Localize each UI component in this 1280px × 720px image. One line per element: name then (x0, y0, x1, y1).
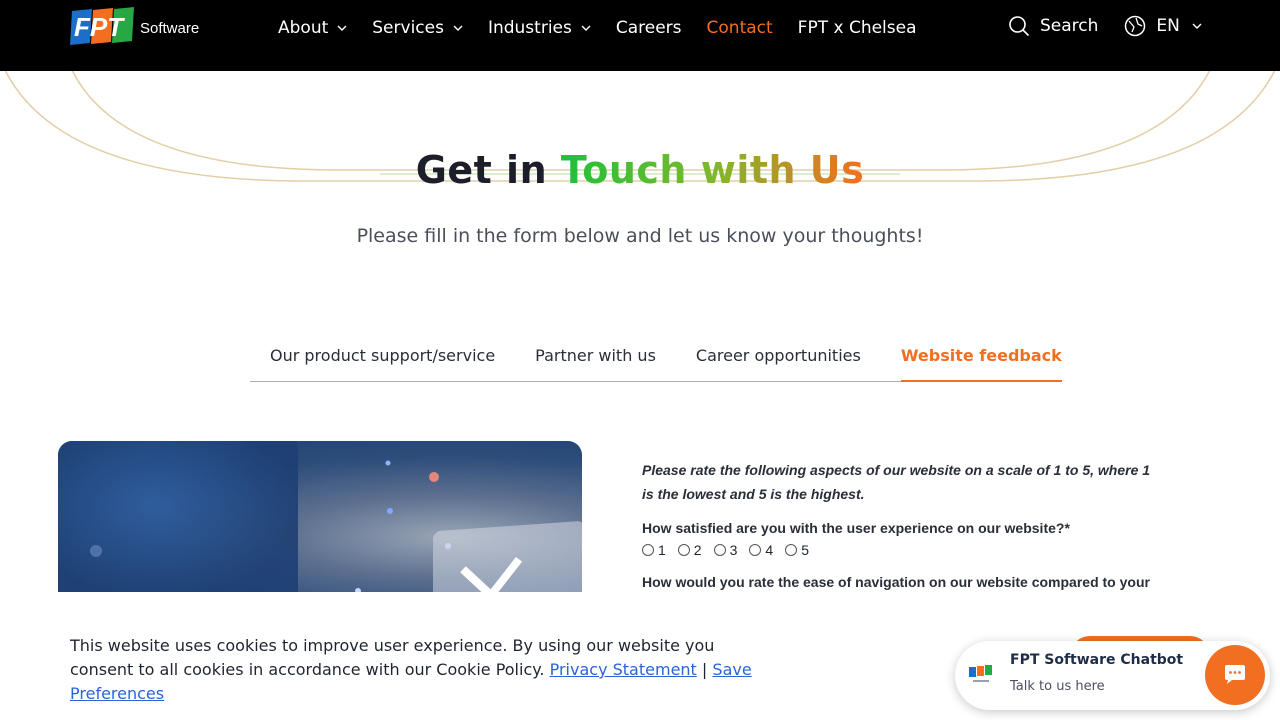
nav-services-label: Services (372, 18, 444, 38)
form-intro: Please rate the following aspects of our… (642, 462, 1151, 502)
chat-bubble-icon (1225, 665, 1245, 684)
radio-input[interactable] (677, 544, 690, 556)
chatbot-title: FPT Software Chatbot (1010, 652, 1184, 668)
fpt-software-logo (969, 665, 992, 682)
title-part-1: Get in (415, 148, 548, 192)
nav-services[interactable]: Services (372, 16, 463, 40)
search-icon (1009, 16, 1030, 37)
chevron-down-icon (453, 25, 463, 31)
chevron-down-icon (337, 25, 347, 31)
language-label: EN (1156, 16, 1180, 36)
link-separator: | (701, 660, 708, 679)
feedback-form: Please rate the following aspects of our… (642, 458, 1162, 592)
chatbot-open-button[interactable] (1205, 645, 1265, 705)
rating-option-4[interactable]: 4 (749, 542, 773, 558)
privacy-statement-link[interactable]: Privacy Statement (550, 660, 697, 679)
language-selector[interactable]: EN (1124, 15, 1202, 37)
svg-text:Software: Software (140, 20, 199, 37)
rating-option-2[interactable]: 2 (677, 542, 702, 558)
rating-option-1[interactable]: 1 (642, 542, 666, 558)
search-button[interactable]: Search (1008, 15, 1098, 37)
chatbot-widget[interactable]: FPT Software Chatbot Talk to us here (955, 641, 1270, 710)
radio-input[interactable] (749, 544, 762, 556)
nav-careers-label: Careers (615, 18, 682, 38)
rating-label: 5 (801, 542, 809, 558)
globe-icon (1125, 15, 1146, 37)
radio-input[interactable] (785, 544, 798, 556)
chevron-down-icon (581, 25, 591, 31)
contact-tabs: Our product support/service Partner with… (250, 346, 1062, 382)
chevron-down-icon (1192, 23, 1202, 29)
rating-option-3[interactable]: 3 (713, 542, 738, 558)
search-label: Search (1040, 16, 1099, 36)
envelope-icon (433, 520, 582, 601)
title-part-2: Touch with Us (560, 148, 865, 192)
question-user-experience: How satisfied are you with the user expe… (642, 520, 1162, 536)
feedback-image (58, 441, 582, 601)
main-nav: About Services Industries Careers Contac… (278, 16, 942, 40)
svg-text:FPT: FPT (74, 12, 125, 42)
cookie-text: This website uses cookies to improve use… (70, 634, 780, 706)
tab-product-support[interactable]: Our product support/service (270, 346, 495, 382)
nav-about[interactable]: About (278, 16, 347, 40)
nav-contact[interactable]: Contact (707, 16, 773, 40)
nav-fpt-chelsea-label: FPT x Chelsea (797, 18, 917, 38)
radio-input[interactable] (642, 544, 654, 556)
page-title: Get in Touch with Us (0, 148, 1280, 192)
tab-career-opportunities[interactable]: Career opportunities (696, 346, 861, 382)
nav-contact-label: Contact (706, 18, 773, 38)
site-header: FPT Software About Services Industries C… (0, 0, 1280, 71)
rating-label: 2 (693, 542, 702, 558)
tab-website-feedback[interactable]: Website feedback (900, 346, 1062, 382)
nav-fpt-chelsea[interactable]: FPT x Chelsea (798, 16, 917, 40)
rating-group: 1 2 3 4 5 (642, 542, 1162, 558)
rating-label: 4 (765, 542, 774, 558)
question-text: How satisfied are you with the user expe… (642, 520, 1065, 536)
nav-industries[interactable]: Industries (488, 16, 591, 40)
rating-option-5[interactable]: 5 (785, 542, 809, 558)
nav-industries-label: Industries (487, 18, 572, 38)
radio-input[interactable] (713, 544, 726, 556)
tab-partner[interactable]: Partner with us (535, 346, 656, 382)
required-marker: * (1064, 520, 1070, 536)
chatbot-subtitle: Talk to us here (1010, 679, 1105, 694)
header-actions: Search EN (1008, 15, 1202, 37)
rating-label: 1 (658, 542, 666, 558)
nav-about-label: About (278, 18, 329, 38)
rating-label: 3 (729, 542, 738, 558)
page-subtitle: Please fill in the form below and let us… (356, 225, 924, 247)
question-navigation: How would you rate the ease of navigatio… (642, 574, 1150, 590)
fpt-software-logo[interactable]: FPT Software (70, 7, 200, 47)
nav-careers[interactable]: Careers (616, 16, 682, 40)
